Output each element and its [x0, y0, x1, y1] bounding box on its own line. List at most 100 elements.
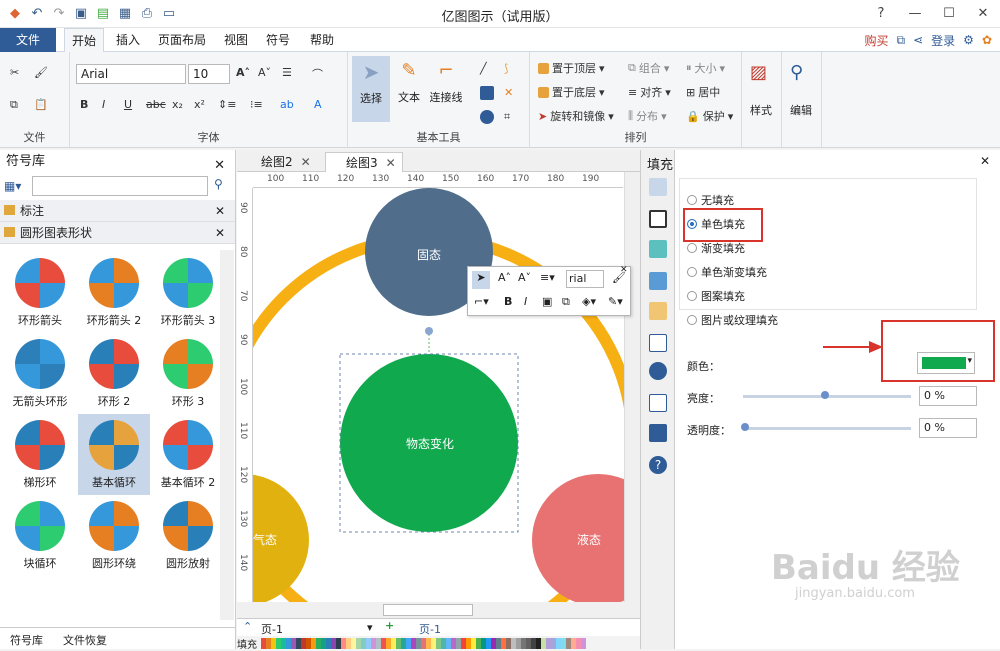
help-tool-icon[interactable]: ?	[649, 456, 667, 474]
protect-button[interactable]: 🔒 保护 ▾	[686, 108, 733, 124]
settings-icon[interactable]: ⚙	[963, 33, 974, 47]
shape-icon[interactable]: ▣	[542, 295, 552, 308]
shape-item[interactable]: 圆形环绕	[78, 495, 150, 576]
menu-symbol[interactable]: 符号	[260, 28, 296, 52]
shape-item[interactable]: 环形箭头 3	[152, 252, 220, 333]
line-spacing-icon[interactable]: ☰	[282, 66, 292, 79]
library-menu-icon[interactable]: ▦▾	[4, 179, 21, 193]
rotate-handle[interactable]	[425, 327, 433, 335]
page-up-icon[interactable]: ⌃	[243, 620, 252, 633]
library-search-input[interactable]	[32, 176, 208, 196]
page-select[interactable]: 页-1	[261, 621, 283, 637]
menu-insert[interactable]: 插入	[110, 28, 146, 52]
distribute-button[interactable]: ⫼ 分布 ▾	[628, 108, 667, 124]
library-scrollbar[interactable]	[220, 250, 234, 620]
pointer-icon[interactable]: ➤	[472, 271, 490, 289]
close-icon[interactable]: ✕	[620, 265, 628, 275]
add-page-icon[interactable]: +	[385, 619, 394, 632]
curve-icon[interactable]: ⌒	[312, 66, 323, 82]
italic-icon[interactable]: I	[102, 98, 105, 111]
page-tab[interactable]: 页-1	[419, 621, 441, 637]
menu-file[interactable]: 文件	[0, 28, 56, 52]
search-icon[interactable]: ⚲	[214, 177, 223, 191]
open-icon[interactable]: ▤	[94, 4, 112, 22]
rectangle-icon[interactable]	[480, 86, 494, 100]
close-icon[interactable]: ✕	[215, 222, 225, 244]
buy-link[interactable]: 购买	[865, 32, 889, 49]
drawing-canvas[interactable]: 100 110 120 130 140 150 160 170 180 190 90 80 70 90 1…	[237, 172, 640, 602]
line-style-icon[interactable]: ✎▾	[608, 295, 623, 308]
brightness-slider-thumb[interactable]	[821, 391, 829, 399]
canvas-vscroll[interactable]	[624, 172, 640, 602]
paste-icon[interactable]: 📋	[34, 98, 48, 111]
page-tool-icon[interactable]	[649, 334, 667, 352]
text-highlight-icon[interactable]: ab	[280, 98, 294, 111]
close-icon[interactable]: ✕	[301, 155, 311, 169]
copy-icon[interactable]: ⧉	[10, 98, 18, 112]
close-button[interactable]: ✕	[966, 0, 1000, 26]
arc-icon[interactable]: ⟆	[504, 62, 508, 75]
library-circular[interactable]: 圆形图表形状 ✕	[0, 222, 235, 244]
tab-drawing3[interactable]: 绘图3 ✕	[325, 152, 403, 172]
grow-font-icon[interactable]: A˄	[498, 271, 511, 284]
copy-icon[interactable]: ⧉	[562, 295, 570, 309]
layer-tool-icon[interactable]	[649, 302, 667, 320]
fill-option-none[interactable]: 无填充	[687, 192, 734, 208]
grow-font-icon[interactable]: A˄	[236, 66, 250, 79]
font-color-icon[interactable]: A	[314, 98, 322, 111]
align-icon[interactable]: ≡▾	[540, 271, 555, 284]
mini-font-select[interactable]: rial	[566, 270, 604, 288]
indent-icon[interactable]: ⇕≡	[218, 98, 236, 111]
format-painter-icon[interactable]: 🖌	[34, 66, 48, 79]
transparency-slider-thumb[interactable]	[741, 423, 749, 431]
attachment-tool-icon[interactable]	[649, 394, 667, 412]
library-callout[interactable]: 标注 ✕	[0, 200, 235, 222]
align-button[interactable]: ≡ 对齐 ▾	[628, 84, 671, 100]
group-button[interactable]: ⧉ 组合 ▾	[628, 60, 669, 76]
fill-option-single-gradient[interactable]: 单色渐变填充	[687, 264, 767, 280]
close-icon[interactable]: ✕	[980, 154, 990, 168]
shape-item[interactable]: 环形 2	[78, 333, 150, 414]
page-dropdown-icon[interactable]: ▾	[367, 621, 373, 634]
shadow-tool-icon[interactable]	[649, 240, 667, 258]
strikethrough-icon[interactable]: abc	[146, 98, 166, 111]
shape-item[interactable]: 环形箭头	[4, 252, 76, 333]
transparency-input[interactable]: 0 %	[919, 418, 977, 438]
palette-swatch[interactable]	[581, 638, 586, 649]
shape-item[interactable]: 基本循环 2	[152, 414, 220, 495]
underline-icon[interactable]: U	[124, 98, 132, 111]
fill-icon[interactable]: ◈▾	[582, 295, 596, 308]
close-icon[interactable]: ✕	[386, 156, 396, 170]
shape-item[interactable]: 无箭头环形	[4, 333, 76, 414]
maximize-button[interactable]: ☐	[932, 0, 966, 26]
fill-tool-icon[interactable]	[649, 178, 667, 196]
font-name-select[interactable]: Arial	[76, 64, 186, 84]
ellipse-icon[interactable]	[480, 110, 494, 124]
share-doc-icon[interactable]: ⧉	[897, 33, 906, 48]
plugin-icon[interactable]: ✿	[982, 33, 992, 47]
size-button[interactable]: ⏸ 大小 ▾	[686, 60, 725, 76]
send-to-back-button[interactable]: 置于底层 ▾	[538, 84, 605, 100]
fill-option-picture[interactable]: 图片或纹理填充	[687, 312, 778, 328]
cross-icon[interactable]: ✕	[504, 86, 513, 99]
bullets-icon[interactable]: ⁝≡	[250, 98, 263, 111]
shrink-font-icon[interactable]: A˅	[518, 271, 531, 284]
select-tool[interactable]: ➤ 选择	[352, 56, 390, 122]
subscript-icon[interactable]: x₂	[172, 98, 183, 111]
brightness-input[interactable]: 0 %	[919, 386, 977, 406]
font-size-select[interactable]: 10	[188, 64, 230, 84]
share-icon[interactable]: ⋖	[913, 33, 923, 47]
transparency-slider[interactable]	[743, 427, 911, 430]
bold-icon[interactable]: B	[504, 295, 512, 308]
login-link[interactable]: 登录	[931, 32, 955, 49]
italic-icon[interactable]: I	[524, 295, 527, 308]
shrink-font-icon[interactable]: A˅	[258, 66, 271, 79]
minimize-button[interactable]: —	[898, 0, 932, 26]
export-icon[interactable]: ▭	[160, 4, 178, 22]
shape-item[interactable]: 环形 3	[152, 333, 220, 414]
print-icon[interactable]: ⎙	[138, 4, 156, 22]
menu-start[interactable]: 开始	[64, 28, 104, 53]
cut-icon[interactable]: ✂	[10, 66, 19, 79]
fill-option-gradient[interactable]: 渐变填充	[687, 240, 745, 256]
undo-icon[interactable]: ↶	[28, 4, 46, 22]
